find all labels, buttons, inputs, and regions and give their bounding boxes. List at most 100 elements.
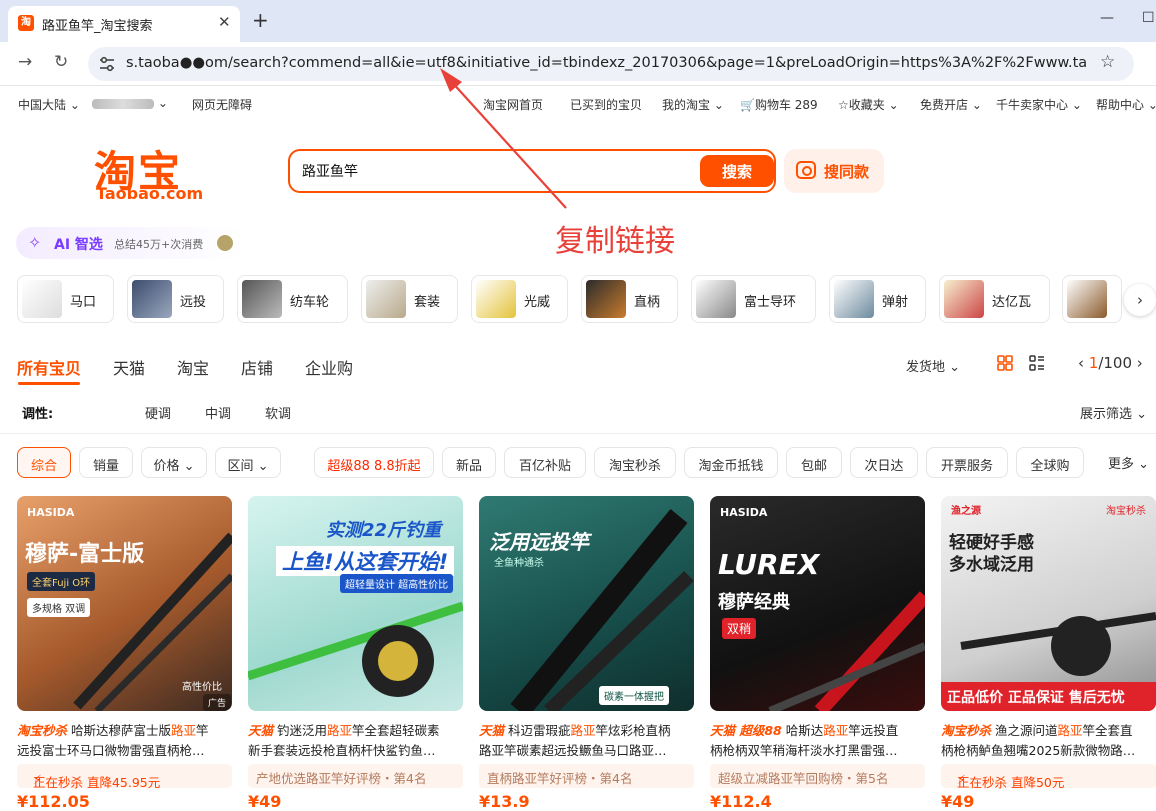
promo-filter[interactable]: 超级88 8.8折起 xyxy=(314,447,434,478)
favorites-link[interactable]: ☆收藏夹 ⌄ xyxy=(838,96,899,113)
tab-enterprise[interactable]: 企业购 xyxy=(305,355,353,379)
list-view-icon[interactable] xyxy=(1029,355,1045,371)
home-link[interactable]: 淘宝网首页 xyxy=(483,96,543,113)
tab-taobao[interactable]: 淘宝 xyxy=(177,355,209,379)
category-chip[interactable]: 远投 xyxy=(127,275,224,323)
star-icon: ☆ xyxy=(838,98,849,112)
current-page: 1 xyxy=(1088,354,1099,372)
tab-shops[interactable]: 店铺 xyxy=(241,355,273,379)
filter-option[interactable]: 中调 xyxy=(205,403,231,422)
filter-next-day[interactable]: 次日达 xyxy=(850,447,918,478)
filter-option[interactable]: 硬调 xyxy=(145,403,171,422)
avatar xyxy=(216,234,234,252)
rod-illustration xyxy=(768,591,925,711)
product-title-line2[interactable]: 路亚竿碳素超远投鳜鱼马口路亚… xyxy=(479,742,694,760)
seller-center-link[interactable]: 千牛卖家中心 ⌄ xyxy=(996,96,1082,113)
search-button[interactable]: 搜索 xyxy=(700,155,774,187)
filter-global[interactable]: 全球购 xyxy=(1016,447,1084,478)
tab-all[interactable]: 所有宝贝 xyxy=(17,355,81,379)
product-image[interactable]: 泛用远投竿 全鱼种通杀 碳素一体握把 xyxy=(479,496,694,711)
sort-default[interactable]: 综合 xyxy=(17,447,71,478)
accessibility-link[interactable]: 网页无障碍 xyxy=(192,96,252,113)
category-chip[interactable]: 达亿瓦 xyxy=(939,275,1050,323)
category-chip[interactable]: 弹射 xyxy=(829,275,926,323)
category-thumb xyxy=(834,280,874,318)
forward-icon[interactable]: → xyxy=(18,52,32,72)
search-input[interactable] xyxy=(302,159,692,183)
user-account-blurred[interactable]: ⌄ xyxy=(92,96,168,110)
bookmark-star-icon[interactable]: ☆ xyxy=(1100,52,1115,72)
sort-price[interactable]: 价格 ⌄ xyxy=(141,447,207,478)
filter-option[interactable]: 软调 xyxy=(265,403,291,422)
filter-coins[interactable]: 淘金币抵钱 xyxy=(684,447,778,478)
product-image[interactable]: HASIDA 穆萨-富士版 全套Fuji O环 多规格 双调 高性价比 广告 xyxy=(17,496,232,711)
cart-icon: 🛒 xyxy=(740,98,755,112)
category-chip[interactable]: 富士导环 xyxy=(691,275,816,323)
category-chip[interactable]: 光威 xyxy=(471,275,568,323)
product-title-line2[interactable]: 柄枪柄鲈鱼翘嘴2025新款微物路… xyxy=(941,742,1156,760)
open-shop-link[interactable]: 免费开店 ⌄ xyxy=(920,96,982,113)
grid-view-icon[interactable] xyxy=(997,355,1013,371)
category-chip[interactable] xyxy=(1062,275,1122,323)
category-thumb xyxy=(132,280,172,318)
product-title-line2[interactable]: 柄枪柄双竿稍海杆淡水打黑雷强… xyxy=(710,742,925,760)
product-title-line2[interactable]: 新手套装远投枪直柄杆快鲨钓鱼… xyxy=(248,742,463,760)
filter-flash-sale[interactable]: 淘宝秒杀 xyxy=(594,447,676,478)
taobao-logo-en[interactable]: Taobao.com xyxy=(96,184,203,203)
product-card[interactable]: 实测22斤钓重 上鱼!从这套开始! 超轻量设计 超高性价比 天猫 钓迷泛用路亚竿全… xyxy=(248,496,463,811)
product-title[interactable]: 天猫 超级88 哈斯达路亚竿远投直 xyxy=(710,722,925,740)
category-chip[interactable]: 纺车轮 xyxy=(237,275,348,323)
address-bar-row: → ↻ s.taoba●●om/search?commend=all&ie=ut… xyxy=(0,42,1156,86)
region-selector[interactable]: 中国大陆 ⌄ xyxy=(18,96,80,113)
product-image[interactable]: 渔之源 淘宝秒杀 轻硬好手感 多水域泛用 正品低价 正品保证 售后无忧 xyxy=(941,496,1156,711)
category-chip[interactable]: 马口 xyxy=(17,275,114,323)
cart-link[interactable]: 🛒购物车 289 xyxy=(740,96,818,113)
sort-sales[interactable]: 销量 xyxy=(79,447,133,478)
bought-link[interactable]: 已买到的宝贝 xyxy=(570,96,642,113)
help-center-link[interactable]: 帮助中心 ⌄ xyxy=(1096,96,1156,113)
category-thumb xyxy=(944,280,984,318)
filter-invoice[interactable]: 开票服务 xyxy=(926,447,1008,478)
tab-tmall[interactable]: 天猫 xyxy=(113,355,145,379)
minimize-icon[interactable]: — xyxy=(1100,10,1114,26)
ship-from-dropdown[interactable]: 发货地 ⌄ xyxy=(906,356,960,375)
url-text[interactable]: s.taoba●●om/search?commend=all&ie=utf8&i… xyxy=(126,55,1086,71)
category-thumb xyxy=(22,280,62,318)
product-title-line2[interactable]: 远投富士环马口微物雷强直柄枪… xyxy=(17,742,232,760)
product-title[interactable]: 天猫 钓迷泛用路亚竿全套超轻碳素 xyxy=(248,722,463,740)
ai-select-banner[interactable]: ✧ AI 智选 总结45万+次消费 xyxy=(16,227,246,259)
product-title[interactable]: 天猫 科迈雷瑕疵路亚竿炫彩枪直柄 xyxy=(479,722,694,740)
product-card[interactable]: HASIDA LUREX 穆萨经典 双稍 天猫 超级88 哈斯达路亚竿远投直 柄枪… xyxy=(710,496,925,811)
site-settings-icon[interactable] xyxy=(98,55,116,73)
category-chip[interactable]: 直柄 xyxy=(581,275,678,323)
product-badge: 超级立减路亚竿回购榜・第5名 xyxy=(710,764,925,788)
product-card[interactable]: 渔之源 淘宝秒杀 轻硬好手感 多水域泛用 正品低价 正品保证 售后无忧 淘宝秒杀… xyxy=(941,496,1156,811)
product-card[interactable]: 泛用远投竿 全鱼种通杀 碳素一体握把 天猫 科迈雷瑕疵路亚竿炫彩枪直柄 路亚竿碳素… xyxy=(479,496,694,811)
browser-tab[interactable]: 淘 路亚鱼竿_淘宝搜索 ✕ xyxy=(8,6,240,42)
maximize-icon[interactable]: ☐ xyxy=(1142,10,1155,26)
product-title[interactable]: 淘宝秒杀 渔之源问道路亚竿全套直 xyxy=(941,722,1156,740)
product-image[interactable]: 实测22斤钓重 上鱼!从这套开始! 超轻量设计 超高性价比 xyxy=(248,496,463,711)
filter-new[interactable]: 新品 xyxy=(442,447,496,478)
chevron-left-icon[interactable]: ‹ xyxy=(1078,354,1084,372)
site-top-nav: 中国大陆 ⌄ ⌄ 网页无障碍 淘宝网首页 已买到的宝贝 我的淘宝 ⌄ 🛒购物车 … xyxy=(0,87,1156,119)
chevron-right-icon[interactable]: › xyxy=(1124,284,1156,316)
filter-free-shipping[interactable]: 包邮 xyxy=(786,447,842,478)
more-filters[interactable]: 更多 ⌄ xyxy=(1108,453,1149,472)
product-card[interactable]: HASIDA 穆萨-富士版 全套Fuji O环 多规格 双调 高性价比 广告 淘… xyxy=(17,496,232,811)
image-search-button[interactable]: 搜同款 xyxy=(784,149,884,193)
category-thumb xyxy=(366,280,406,318)
expand-filter[interactable]: 展示筛选 ⌄ xyxy=(1080,403,1147,422)
plus-icon[interactable]: + xyxy=(252,8,269,32)
category-chip[interactable]: 套装 xyxy=(361,275,458,323)
browser-tabbar: 淘 路亚鱼竿_淘宝搜索 ✕ + — ☐ xyxy=(0,0,1156,42)
reload-icon[interactable]: ↻ xyxy=(54,52,68,72)
my-taobao-link[interactable]: 我的淘宝 ⌄ xyxy=(662,96,724,113)
close-icon[interactable]: ✕ xyxy=(218,13,231,31)
product-image[interactable]: HASIDA LUREX 穆萨经典 双稍 xyxy=(710,496,925,711)
url-omnibox[interactable]: s.taoba●●om/search?commend=all&ie=utf8&i… xyxy=(88,47,1134,81)
price-range[interactable]: 区间 ⌄ xyxy=(215,447,281,478)
chevron-right-icon[interactable]: › xyxy=(1137,354,1143,372)
filter-subsidy[interactable]: 百亿补贴 xyxy=(504,447,586,478)
product-title[interactable]: 淘宝秒杀 哈斯达穆萨富士版路亚竿 xyxy=(17,722,232,740)
